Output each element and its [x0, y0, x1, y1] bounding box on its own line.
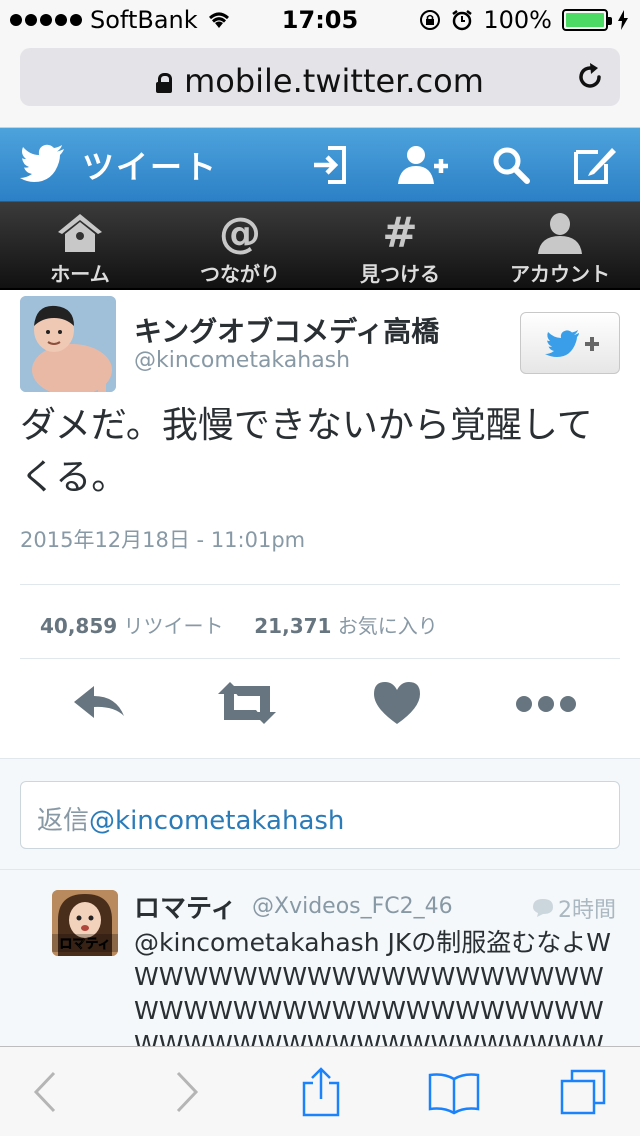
twitter-header: ツイート [0, 128, 640, 202]
reply-input[interactable]: 返信@kincometakahash [20, 781, 620, 849]
address-bar[interactable]: mobile.twitter.com [20, 48, 620, 106]
tweet-text: ダメだ。我慢できないから覚醒してくる。 [20, 405, 593, 498]
reply-prefix: 返信 [37, 806, 90, 836]
retweet-icon[interactable] [216, 676, 278, 730]
follow-button[interactable] [520, 312, 620, 374]
divider [20, 658, 620, 659]
more-icon[interactable] [514, 676, 578, 730]
lock-icon [156, 73, 173, 93]
favorite-label[interactable]: お気に入り [338, 614, 438, 638]
retweet-label[interactable]: リツイート [124, 614, 224, 638]
bookmarks-icon[interactable] [426, 1067, 482, 1117]
nav-account-label: アカウント [510, 262, 610, 286]
nav-connect[interactable]: @ つながり [160, 202, 320, 288]
tweet-actions [0, 676, 640, 736]
tweet-timestamp[interactable]: 2015年12月18日 - 11:01pm [20, 524, 305, 554]
battery-icon [562, 9, 612, 31]
nav-account[interactable]: アカウント [480, 202, 640, 288]
reply-composer-area: 返信@kincometakahash [0, 758, 640, 870]
favorite-count[interactable]: 21,371 [254, 614, 331, 638]
reload-icon[interactable] [574, 61, 606, 93]
status-bar: SoftBank 17:05 100% [0, 0, 640, 40]
tweet-stats: 40,859 リツイート 21,371 お気に入り [40, 610, 438, 639]
nav-discover-label: 見つける [360, 262, 440, 286]
home-icon [58, 214, 102, 252]
back-icon[interactable] [22, 1067, 72, 1117]
speech-bubble-icon [533, 899, 553, 917]
reply-text: @kincometakahash JKの制服盗むなよWWWWWWWWWWWWWW… [134, 928, 611, 1050]
follow-bird-plus-icon [545, 330, 599, 357]
compose-icon[interactable] [572, 144, 618, 186]
reply-author-name[interactable]: ロマティ [134, 888, 236, 925]
heart-icon[interactable] [370, 676, 424, 730]
forward-icon[interactable] [160, 1067, 210, 1117]
person-icon [538, 213, 582, 254]
search-icon[interactable] [490, 144, 532, 186]
reply-time: 2時間 [532, 892, 616, 924]
avatar[interactable] [20, 296, 116, 392]
alarm-icon [452, 10, 473, 31]
divider [20, 584, 620, 585]
nav-discover[interactable]: # 見つける [320, 202, 480, 288]
nav-connect-label: つながり [200, 262, 280, 286]
battery-percent: 100% [483, 6, 552, 34]
browser-toolbar [0, 1046, 640, 1136]
avatar[interactable]: ロマティ [52, 890, 118, 956]
twitter-nav-bar: ホーム @ つながり # 見つける アカウント [0, 202, 640, 290]
nav-home-label: ホーム [50, 262, 110, 286]
browser-address-area: mobile.twitter.com [0, 40, 640, 128]
avatar-caption: ロマティ [59, 937, 110, 952]
reply-tweet[interactable]: ロマティ ロマティ @Xvideos_FC2_46 2時間 @kincometa… [0, 870, 640, 1050]
retweet-count[interactable]: 40,859 [40, 614, 117, 638]
reply-icon[interactable] [72, 676, 126, 730]
hash-icon: # [382, 208, 418, 257]
url-text: mobile.twitter.com [184, 62, 484, 100]
author-name[interactable]: キングオブコメディ高橋 [134, 310, 439, 350]
at-icon: @ [219, 208, 261, 257]
sign-in-icon[interactable] [310, 144, 352, 186]
reply-author-handle[interactable]: @Xvideos_FC2_46 [252, 894, 453, 919]
add-user-icon[interactable] [398, 144, 450, 186]
share-icon[interactable] [296, 1067, 346, 1117]
orientation-lock-icon [420, 10, 441, 30]
reply-time-label: 2時間 [558, 898, 616, 923]
header-title: ツイート [82, 148, 219, 186]
reply-mention: @kincometakahash [89, 806, 345, 836]
nav-home[interactable]: ホーム [0, 202, 160, 288]
charging-icon [618, 10, 628, 30]
author-handle[interactable]: @kincometakahash [134, 348, 350, 373]
twitter-bird-icon[interactable] [20, 144, 66, 184]
tabs-icon[interactable] [558, 1067, 608, 1117]
